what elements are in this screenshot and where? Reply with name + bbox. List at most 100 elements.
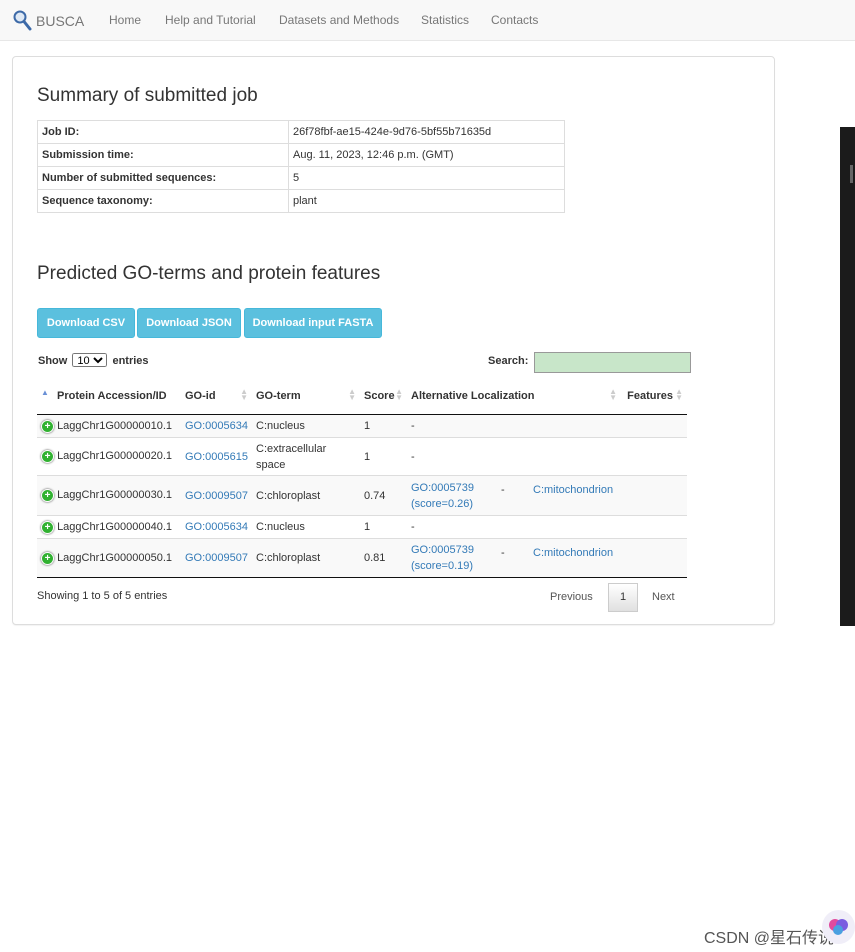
col-go-id-label: GO-id xyxy=(185,389,216,402)
sort-both-icon: ▲ ▼ xyxy=(240,387,248,402)
alt-go-value: - xyxy=(411,450,415,463)
alt-separator: - xyxy=(501,547,505,559)
page-length-control: Show 10 entries xyxy=(38,353,149,367)
expand-row-icon[interactable]: + xyxy=(41,450,54,463)
table-row: + LaggChr1G00000010.1 GO:0005634 C:nucle… xyxy=(37,414,687,438)
col-alt-localization-label: Alternative Localization xyxy=(411,389,535,402)
expand-row-icon[interactable]: + xyxy=(41,489,54,502)
side-panel-mark xyxy=(850,165,853,183)
summary-value: plant xyxy=(288,189,565,213)
protein-cell: + LaggChr1G00000010.1 xyxy=(37,414,181,438)
alt-go-link[interactable]: GO:0005739 xyxy=(411,482,474,494)
col-features[interactable]: Features ▲ ▼ xyxy=(621,377,687,415)
download-json-button[interactable]: Download JSON xyxy=(137,308,241,338)
score-cell: 1 xyxy=(360,414,407,438)
brain-logo-icon xyxy=(822,910,855,944)
pager-next[interactable]: Next xyxy=(652,591,675,603)
results-header-row: ▲ Protein Accession/ID GO-id ▲ ▼ GO-term … xyxy=(37,377,687,415)
search-input[interactable] xyxy=(534,352,691,373)
col-go-id[interactable]: GO-id ▲ ▼ xyxy=(181,377,252,415)
sort-both-icon: ▲ ▼ xyxy=(395,387,403,402)
protein-id: LaggChr1G00000010.1 xyxy=(57,419,173,432)
brand-link[interactable]: BUSCA xyxy=(12,10,84,32)
sort-asc-icon: ▲ xyxy=(41,388,49,397)
protein-id: LaggChr1G00000020.1 xyxy=(57,450,173,462)
summary-row: Sequence taxonomy: plant xyxy=(37,189,565,213)
side-panel-edge xyxy=(840,127,855,626)
summary-table: Job ID: 26f78fbf-ae15-424e-9d76-5bf55b71… xyxy=(37,120,565,213)
col-protein-id[interactable]: ▲ Protein Accession/ID xyxy=(37,377,181,415)
alt-localization-cell: GO:0005739 (score=0.19) - C:mitochondrio… xyxy=(407,538,621,578)
summary-value: 26f78fbf-ae15-424e-9d76-5bf55b71635d xyxy=(288,120,565,144)
col-go-term[interactable]: GO-term ▲ ▼ xyxy=(252,377,360,415)
go-id-cell: GO:0005634 xyxy=(181,515,252,539)
expand-row-icon[interactable]: + xyxy=(41,551,54,565)
col-features-label: Features xyxy=(627,389,673,402)
nav-datasets[interactable]: Datasets and Methods xyxy=(279,13,399,27)
protein-cell: + LaggChr1G00000030.1 xyxy=(37,475,181,516)
protein-id: LaggChr1G00000030.1 xyxy=(57,489,173,501)
page-length-select[interactable]: 10 xyxy=(72,353,108,367)
go-id-cell: GO:0005634 xyxy=(181,414,252,438)
col-go-term-label: GO-term xyxy=(256,389,301,402)
download-fasta-button[interactable]: Download input FASTA xyxy=(244,308,382,338)
pager-previous[interactable]: Previous xyxy=(550,591,593,603)
go-id-cell: GO:0009507 xyxy=(181,538,252,578)
alt-term-link[interactable]: C:mitochondrion xyxy=(533,545,613,561)
protein-cell: + LaggChr1G00000040.1 xyxy=(37,515,181,539)
results-table: ▲ Protein Accession/ID GO-id ▲ ▼ GO-term … xyxy=(37,377,687,578)
search-label: Search: xyxy=(488,355,529,367)
alt-go-value: - xyxy=(411,521,415,533)
protein-id: LaggChr1G00000050.1 xyxy=(57,551,173,564)
nav-home[interactable]: Home xyxy=(109,13,141,27)
go-id-link[interactable]: GO:0005615 xyxy=(185,451,248,463)
predicted-title: Predicted GO-terms and protein features xyxy=(37,263,381,284)
go-id-link[interactable]: GO:0009507 xyxy=(185,552,248,564)
alt-localization-cell: - xyxy=(407,437,621,476)
score-cell: 0.81 xyxy=(360,538,407,578)
nav-contacts[interactable]: Contacts xyxy=(491,13,538,27)
protein-cell: + LaggChr1G00000020.1 xyxy=(37,437,181,476)
col-score[interactable]: Score ▲ ▼ xyxy=(360,377,407,415)
col-score-label: Score xyxy=(364,389,395,402)
navbar: BUSCA Home Help and Tutorial Datasets an… xyxy=(0,0,855,41)
alt-go-link[interactable]: GO:0005739 xyxy=(411,544,474,556)
sort-both-icon: ▲ ▼ xyxy=(348,387,356,402)
table-row: + LaggChr1G00000040.1 GO:0005634 C:nucle… xyxy=(37,515,687,539)
expand-row-icon[interactable]: + xyxy=(41,520,54,534)
go-id-cell: GO:0005615 xyxy=(181,437,252,476)
alt-localization-cell: GO:0005739 (score=0.26) - C:mitochondrio… xyxy=(407,475,621,516)
features-cell xyxy=(621,414,687,438)
nav-help[interactable]: Help and Tutorial xyxy=(165,13,256,27)
summary-key: Number of submitted sequences: xyxy=(37,166,289,190)
col-alt-localization[interactable]: Alternative Localization ▲ ▼ xyxy=(407,377,621,415)
go-term-cell: C:extracellular space xyxy=(252,437,360,476)
summary-value: Aug. 11, 2023, 12:46 p.m. (GMT) xyxy=(288,143,565,167)
go-term-cell: C:chloroplast xyxy=(252,538,360,578)
go-id-link[interactable]: GO:0005634 xyxy=(185,420,248,432)
summary-row: Number of submitted sequences: 5 xyxy=(37,166,565,190)
sort-both-icon: ▲ ▼ xyxy=(675,387,683,402)
entries-label: entries xyxy=(112,355,149,367)
protein-id: LaggChr1G00000040.1 xyxy=(57,520,173,533)
pager-page-1[interactable]: 1 xyxy=(608,583,638,612)
table-row: + LaggChr1G00000020.1 GO:0005615 C:extra… xyxy=(37,437,687,476)
download-csv-button[interactable]: Download CSV xyxy=(37,308,135,338)
alt-separator: - xyxy=(501,484,505,496)
go-id-link[interactable]: GO:0009507 xyxy=(185,490,248,502)
show-label: Show xyxy=(38,355,68,367)
summary-title: Summary of submitted job xyxy=(37,85,258,106)
sort-both-icon: ▲ ▼ xyxy=(609,387,617,402)
go-term-cell: C:nucleus xyxy=(252,414,360,438)
go-id-cell: GO:0009507 xyxy=(181,475,252,516)
nav-statistics[interactable]: Statistics xyxy=(421,13,469,27)
score-cell: 1 xyxy=(360,437,407,476)
features-cell xyxy=(621,538,687,578)
summary-key: Sequence taxonomy: xyxy=(37,189,289,213)
table-info: Showing 1 to 5 of 5 entries xyxy=(37,590,168,602)
summary-key: Submission time: xyxy=(37,143,289,167)
expand-row-icon[interactable]: + xyxy=(41,419,54,433)
alt-term-link[interactable]: C:mitochondrion xyxy=(533,482,613,498)
summary-row: Submission time: Aug. 11, 2023, 12:46 p.… xyxy=(37,143,565,167)
go-id-link[interactable]: GO:0005634 xyxy=(185,521,248,533)
